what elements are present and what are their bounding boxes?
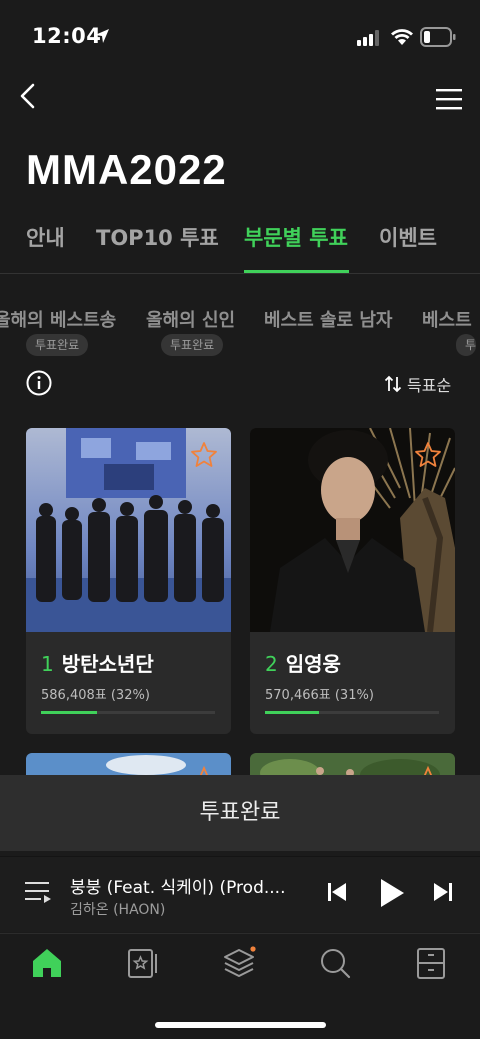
library-icon[interactable]	[414, 946, 448, 980]
now-playing-title: 붕붕 (Feat. 식케이) (Prod....	[70, 878, 286, 898]
subcategory-best-song[interactable]: 올해의 베스트송	[0, 306, 116, 332]
vote-share-bar	[265, 711, 439, 714]
previous-track-icon[interactable]	[326, 881, 348, 903]
subcategory-best[interactable]: 베스트	[422, 306, 472, 332]
location-arrow-icon	[95, 29, 109, 43]
tab-top10-vote[interactable]: TOP10 투표	[96, 222, 219, 252]
status-time: 12:04	[32, 24, 102, 48]
candidate-rank: 2	[265, 652, 278, 676]
vote-complete-button[interactable]: 투표완료	[0, 775, 480, 851]
vote-complete-badge: 투표완료	[161, 334, 224, 356]
subcategory-rookie[interactable]: 올해의 신인	[146, 306, 235, 332]
mini-player[interactable]: 붕붕 (Feat. 식케이) (Prod.... 김하온 (HAON)	[0, 856, 480, 932]
vote-complete-badge: 투	[456, 334, 477, 356]
status-bar: 12:04	[0, 0, 480, 70]
vote-share-fill	[41, 711, 97, 714]
tab-event[interactable]: 이벤트	[379, 222, 437, 252]
battery-icon	[420, 27, 456, 47]
candidate-rank: 1	[41, 652, 54, 676]
main-tab-bar: 안내 TOP10 투표 부문별 투표 이벤트	[0, 218, 480, 274]
favorite-star-icon[interactable]	[189, 440, 219, 470]
candidate-name: 임영웅	[285, 652, 341, 676]
tab-info[interactable]: 안내	[26, 222, 65, 252]
starred-playlist-icon[interactable]	[126, 946, 160, 980]
wifi-icon	[391, 29, 413, 45]
candidate-card[interactable]: 1 방탄소년단 586,408표 (32%)	[26, 428, 231, 734]
candidate-name: 방탄소년단	[61, 652, 154, 676]
search-icon[interactable]	[318, 946, 352, 980]
vote-share-bar	[41, 711, 215, 714]
sort-label: 득표순	[407, 376, 452, 395]
cellular-signal-icon	[357, 30, 379, 46]
sort-arrows-icon	[384, 375, 402, 393]
candidate-rank-name: 2 임영웅	[265, 648, 341, 677]
home-icon[interactable]	[30, 946, 64, 980]
layers-icon[interactable]	[222, 946, 256, 980]
now-playing-artist: 김하온 (HAON)	[70, 902, 166, 918]
vote-count: 586,408표 (32%)	[41, 688, 150, 703]
candidate-rank-name: 1 방탄소년단	[41, 648, 154, 677]
candidate-card[interactable]: 2 임영웅 570,466표 (31%)	[250, 428, 455, 734]
hamburger-menu-icon[interactable]	[434, 86, 464, 112]
page-title: MMA2022	[26, 146, 227, 193]
next-track-icon[interactable]	[432, 881, 454, 903]
active-tab-indicator	[244, 270, 349, 273]
vote-count: 570,466표 (31%)	[265, 688, 374, 703]
home-indicator	[155, 1022, 326, 1028]
vote-complete-badge: 투표완료	[26, 334, 89, 356]
back-chevron-icon[interactable]	[14, 80, 44, 112]
sort-button[interactable]: 득표순	[384, 372, 451, 396]
subcategory-scroller[interactable]: 올해의 베스트송 투표완료 올해의 신인 투표완료 베스트 솔로 남자 베스트 …	[0, 298, 480, 364]
tab-category-vote[interactable]: 부문별 투표	[244, 222, 348, 252]
info-icon[interactable]	[26, 370, 52, 396]
playlist-icon[interactable]	[24, 879, 52, 905]
favorite-star-icon[interactable]	[413, 440, 443, 470]
vote-share-fill	[265, 711, 319, 714]
subcategory-best-solo-male[interactable]: 베스트 솔로 남자	[264, 306, 392, 332]
play-icon[interactable]	[378, 877, 406, 909]
